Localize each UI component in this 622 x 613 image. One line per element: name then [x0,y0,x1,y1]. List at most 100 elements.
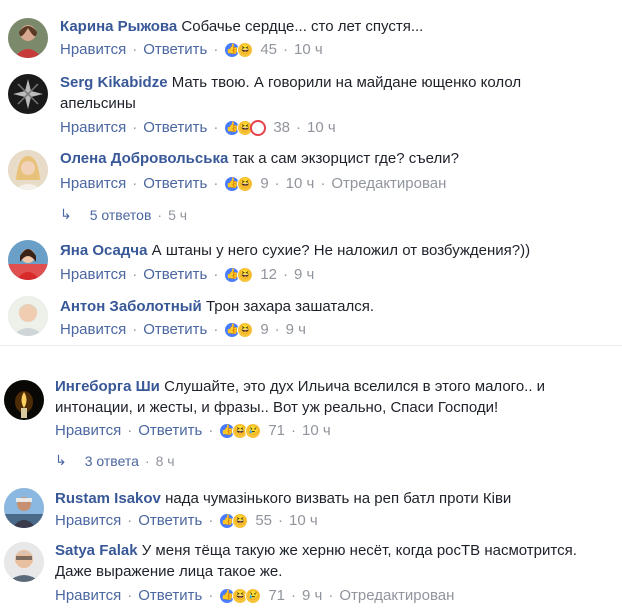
comment-body: Карина Рыжова Собачье сердце... сто лет … [60,16,600,37]
angry-icon [250,120,267,136]
comment-author[interactable]: Ингеборга Ши [55,378,160,395]
separator: · [213,41,219,58]
reactions-summary[interactable]: 👍 😆 [224,322,254,338]
comment-item: Олена Добровольська так а сам экзорцист … [0,150,622,200]
like-button[interactable]: Нравится [60,320,126,340]
view-replies-link[interactable]: ↳ 5 ответов · 5 ч [60,206,187,223]
separator: · [328,587,334,604]
like-button[interactable]: Нравится [55,511,121,531]
comment-author[interactable]: Яна Осадча [60,242,147,259]
comment-actions: Нравится · Ответить · 👍 😆 😢 71 · 10 ч [55,421,331,441]
reply-button[interactable]: Ответить [143,174,207,194]
reply-button[interactable]: Ответить [138,511,202,531]
replies-time: 5 ч [168,206,188,223]
like-button[interactable]: Нравится [55,586,121,606]
reply-button[interactable]: Ответить [143,118,207,138]
separator: · [127,422,133,439]
reaction-count[interactable]: 9 [260,174,268,194]
comment-time[interactable]: 10 ч [302,421,331,441]
comment-time[interactable]: 9 ч [294,265,314,285]
comment-author[interactable]: Антон Заболотный [60,298,202,315]
sad-icon: 😢 [245,423,262,439]
separator: · [213,321,219,338]
reactions-summary[interactable]: 👍 😆 [219,513,249,529]
comment-time[interactable]: 9 ч [286,320,306,340]
avatar[interactable] [8,296,48,336]
replies-count[interactable]: 5 ответов [90,207,152,223]
reaction-count[interactable]: 55 [255,511,272,531]
separator: · [132,175,138,192]
reactions-summary[interactable]: 👍 😆 [224,42,254,58]
comment-body: Rustam Isakov нада чумазінького визвать … [55,488,600,509]
reply-button[interactable]: Ответить [143,40,207,60]
comment-author[interactable]: Serg Kikabidze [60,74,168,91]
view-replies-link[interactable]: ↳ 3 ответа · 8 ч [55,452,175,469]
comment-author[interactable]: Олена Добровольська [60,150,228,167]
comment-body: Антон Заболотный Трон захара зашатался. [60,296,600,317]
edited-label[interactable]: Отредактирован [339,586,454,606]
separator: · [274,175,280,192]
separator: · [208,422,214,439]
comment-actions: Нравится · Ответить · 👍 😆 55 · 10 ч [55,511,318,531]
comment-item: Яна Осадча А штаны у него сухие? Не нало… [0,240,622,290]
comment-item: Serg Kikabidze Мать твою. А говорили на … [0,70,622,150]
separator: · [213,266,219,283]
like-button[interactable]: Нравится [60,174,126,194]
comment-time[interactable]: 10 ч [307,118,336,138]
reaction-count[interactable]: 71 [268,421,285,441]
reply-arrow-icon: ↳ [60,206,72,222]
comment-author[interactable]: Карина Рыжова [60,18,177,35]
replies-count[interactable]: 3 ответа [85,453,139,469]
comment-time[interactable]: 10 ч [286,174,315,194]
comment-time[interactable]: 10 ч [294,40,323,60]
avatar[interactable] [4,542,44,582]
separator: · [144,452,150,469]
comment-time[interactable]: 9 ч [302,586,322,606]
comment-actions: Нравится · Ответить · 👍 😆 9 · 9 ч [60,320,306,340]
separator: · [157,206,163,223]
avatar[interactable] [8,150,48,190]
haha-icon: 😆 [237,267,254,283]
comment-time[interactable]: 10 ч [289,511,318,531]
reactions-summary[interactable]: 👍 😆 [224,176,254,192]
like-button[interactable]: Нравится [60,40,126,60]
edited-label[interactable]: Отредактирован [331,174,446,194]
reply-button[interactable]: Ответить [138,421,202,441]
reactions-summary[interactable]: 👍 😆 [224,267,254,283]
avatar[interactable] [4,488,44,528]
reactions-summary[interactable]: 👍 😆 😢 [219,423,262,439]
separator: · [283,41,289,58]
like-button[interactable]: Нравится [55,421,121,441]
reaction-count[interactable]: 71 [268,586,285,606]
reply-button[interactable]: Ответить [143,265,207,285]
reactions-summary[interactable]: 👍 😆 😢 [219,588,262,604]
avatar[interactable] [8,18,48,58]
comment-text: так а сам экзорцист где? съели? [232,150,459,167]
like-button[interactable]: Нравится [60,265,126,285]
comment-body: Олена Добровольська так а сам экзорцист … [60,148,600,169]
section-divider [0,345,622,353]
avatar[interactable] [4,380,44,420]
reply-button[interactable]: Ответить [143,320,207,340]
comment-text: нада чумазінького визвать на реп батл пр… [165,490,512,507]
reaction-count[interactable]: 38 [273,118,290,138]
separator: · [278,512,284,529]
sad-icon: 😢 [245,588,262,604]
comment-actions: Нравится · Ответить · 👍 😆 12 · 9 ч [60,265,314,285]
reply-button[interactable]: Ответить [138,586,202,606]
separator: · [320,175,326,192]
separator: · [291,422,297,439]
separator: · [127,512,133,529]
avatar[interactable] [8,240,48,280]
reaction-count[interactable]: 9 [260,320,268,340]
reactions-summary[interactable]: 👍 😆 [224,120,267,136]
separator: · [208,587,214,604]
comment-actions: Нравится · Ответить · 👍 😆 😢 71 · 9 ч · О… [55,586,454,606]
comment-author[interactable]: Satya Falak [55,542,138,559]
avatar[interactable] [8,74,48,114]
comment-actions: Нравится · Ответить · 👍 😆 45 · 10 ч [60,40,323,60]
reaction-count[interactable]: 45 [260,40,277,60]
comment-author[interactable]: Rustam Isakov [55,490,161,507]
reaction-count[interactable]: 12 [260,265,277,285]
like-button[interactable]: Нравится [60,118,126,138]
